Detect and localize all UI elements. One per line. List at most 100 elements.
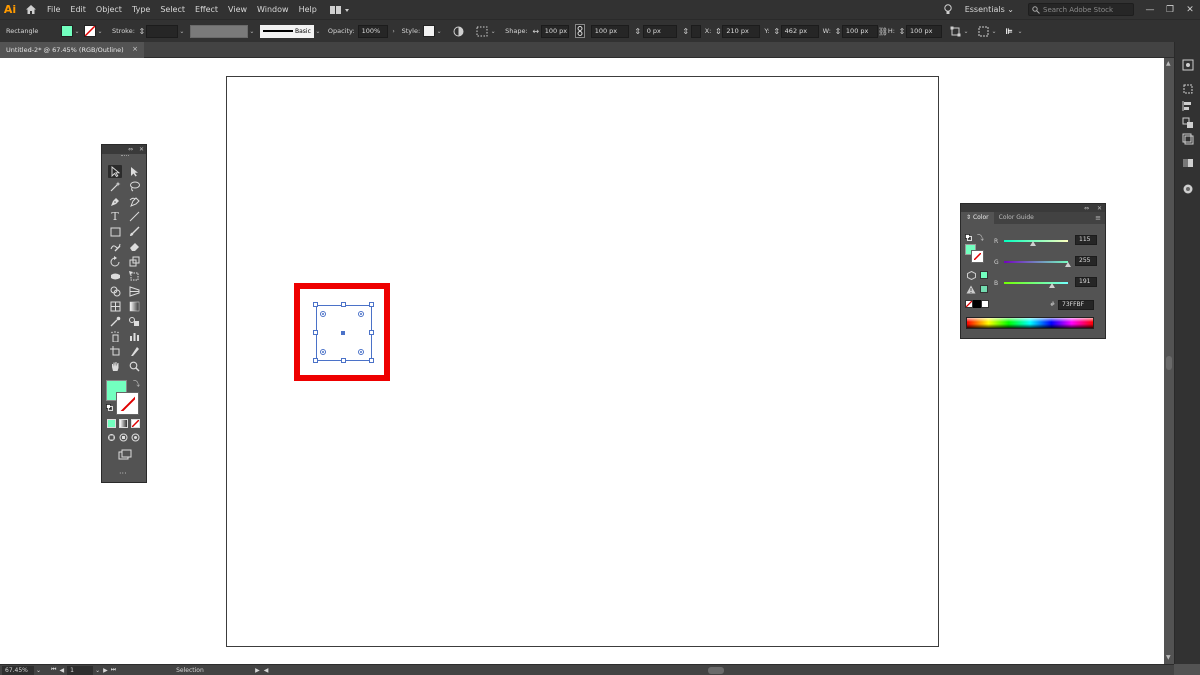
panel-menu-icon[interactable]: ≡ <box>1095 214 1101 222</box>
zoom-tool[interactable] <box>127 360 141 373</box>
out-of-gamut-warning-icon[interactable] <box>966 285 976 294</box>
menu-object[interactable]: Object <box>91 0 127 19</box>
rotate-tool[interactable] <box>108 255 122 268</box>
hex-field[interactable]: 73FFBF <box>1058 300 1094 310</box>
recolor-artwork-icon[interactable] <box>451 24 465 38</box>
corner-type-field[interactable] <box>690 24 701 38</box>
variable-width-profile[interactable] <box>189 24 248 38</box>
tab-color[interactable]: ⇕ Color <box>961 212 994 224</box>
collapse-icon[interactable]: ⇔ <box>1084 205 1089 212</box>
stroke-swatch[interactable] <box>84 25 96 37</box>
document-tab[interactable]: Untitled-2* @ 67.45% (RGB/Outline) × <box>0 42 144 58</box>
close-window-button[interactable]: ✕ <box>1180 0 1200 19</box>
scroll-down-icon[interactable]: ▼ <box>1166 654 1171 661</box>
previous-artboard-icon[interactable]: ◀ <box>59 667 64 674</box>
opacity-field[interactable]: 100% <box>357 24 388 38</box>
scroll-left-icon[interactable]: ◀ <box>264 667 269 674</box>
hand-tool[interactable] <box>108 360 122 373</box>
bounding-handle[interactable] <box>369 302 374 307</box>
first-artboard-icon[interactable]: ⏮ <box>51 666 56 674</box>
column-graph-tool[interactable] <box>127 330 141 343</box>
stepper-icon[interactable]: ⇕ <box>898 24 906 38</box>
mesh-tool[interactable] <box>108 300 122 313</box>
chevron-down-icon[interactable]: ⌄ <box>73 26 81 36</box>
free-transform-tool[interactable] <box>127 270 141 283</box>
chevron-down-icon[interactable]: ⌄ <box>1016 26 1024 36</box>
chevron-down-icon[interactable]: ⌄ <box>96 26 104 36</box>
rectangle-tool[interactable] <box>108 225 122 238</box>
chevron-down-icon[interactable]: ⌄ <box>489 26 497 36</box>
home-icon[interactable] <box>20 0 42 19</box>
last-artboard-icon[interactable]: ⏭ <box>111 666 116 674</box>
vertical-scrollbar[interactable]: ▲ ▼ <box>1164 58 1174 664</box>
track-g[interactable] <box>1004 261 1071 267</box>
drag-grip[interactable] <box>121 155 129 156</box>
panel-stroke-swatch[interactable] <box>971 250 984 263</box>
tab-color-guide[interactable]: Color Guide <box>994 212 1039 224</box>
width-tool[interactable] <box>108 270 122 283</box>
transform-panel-icon[interactable] <box>1181 82 1195 96</box>
type-tool[interactable]: T <box>108 210 122 223</box>
color-spectrum[interactable] <box>966 317 1094 329</box>
slider-thumb[interactable] <box>1065 262 1071 267</box>
shape-builder-tool[interactable] <box>108 285 122 298</box>
swap-fill-stroke-icon[interactable]: ⤵ <box>977 233 984 243</box>
align-panel-icon[interactable] <box>1181 99 1195 113</box>
arrange-documents-icon[interactable] <box>329 4 352 16</box>
constrain-proportions-icon[interactable]: ⛓ <box>878 24 888 38</box>
slider-thumb[interactable] <box>1029 241 1036 246</box>
stepper-icon[interactable]: ⇕ <box>834 24 842 38</box>
zoom-field[interactable]: 67.45% <box>2 665 34 675</box>
close-icon[interactable]: ✕ <box>1097 205 1102 212</box>
value-r[interactable]: 115 <box>1075 235 1097 245</box>
stepper-icon[interactable]: ⇕ <box>138 24 146 38</box>
bounding-handle[interactable] <box>369 358 374 363</box>
line-segment-tool[interactable] <box>127 210 141 223</box>
menu-view[interactable]: View <box>223 0 252 19</box>
white-swatch[interactable] <box>981 300 989 308</box>
chevron-down-icon[interactable]: ⌄ <box>314 26 322 36</box>
stepper-icon[interactable]: ⇕ <box>714 24 722 38</box>
transform-icon[interactable] <box>948 24 962 38</box>
draw-normal-icon[interactable] <box>107 433 116 442</box>
scale-tool[interactable] <box>127 255 141 268</box>
live-corner-widget[interactable] <box>358 311 364 317</box>
draw-behind-icon[interactable] <box>119 433 128 442</box>
y-field[interactable]: 462 px <box>780 24 819 38</box>
magic-wand-tool[interactable] <box>108 180 122 193</box>
track-b[interactable] <box>1004 282 1068 288</box>
stroke-weight-field[interactable] <box>145 24 178 38</box>
black-swatch[interactable] <box>973 300 981 308</box>
brush-definition[interactable]: Basic <box>259 24 314 38</box>
none-mode-button[interactable] <box>131 419 140 428</box>
eraser-tool[interactable] <box>127 240 141 253</box>
bounding-handle[interactable] <box>341 302 346 307</box>
shape-height-field[interactable]: 100 px <box>590 24 629 38</box>
gamut-swatch[interactable] <box>980 285 988 293</box>
out-of-web-icon[interactable] <box>967 270 976 281</box>
live-corner-widget[interactable] <box>320 349 326 355</box>
none-swatch[interactable] <box>965 300 973 308</box>
perspective-grid-tool[interactable] <box>127 285 141 298</box>
bounding-handle[interactable] <box>313 358 318 363</box>
workspace-switcher[interactable]: Essentials ⌄ <box>965 5 1014 14</box>
minimize-button[interactable]: — <box>1140 0 1160 19</box>
web-safe-swatch[interactable] <box>980 271 988 279</box>
selection-tool[interactable] <box>108 165 122 178</box>
status-menu-icon[interactable]: ▶ <box>255 667 260 674</box>
draw-inside-icon[interactable] <box>131 433 140 442</box>
chevron-down-icon[interactable]: ⌄ <box>435 26 443 36</box>
shape-width-field[interactable]: 100 px <box>540 24 569 38</box>
color-mode-button[interactable] <box>107 419 116 428</box>
scroll-up-icon[interactable]: ▲ <box>1166 60 1171 67</box>
stock-search-input[interactable]: Search Adobe Stock <box>1028 3 1134 16</box>
pathfinder-panel-icon[interactable] <box>1181 116 1195 130</box>
chevron-down-icon[interactable]: ⌄ <box>990 26 998 36</box>
chevron-down-icon[interactable]: ⌄ <box>95 667 100 674</box>
live-corner-widget[interactable] <box>358 349 364 355</box>
chevron-down-icon[interactable]: ⌄ <box>962 26 970 36</box>
collapse-icon[interactable]: ⇔ <box>128 146 133 153</box>
pen-tool[interactable] <box>108 195 122 208</box>
stepper-icon[interactable]: ⇕ <box>681 24 691 38</box>
graphic-style-swatch[interactable] <box>423 25 436 37</box>
